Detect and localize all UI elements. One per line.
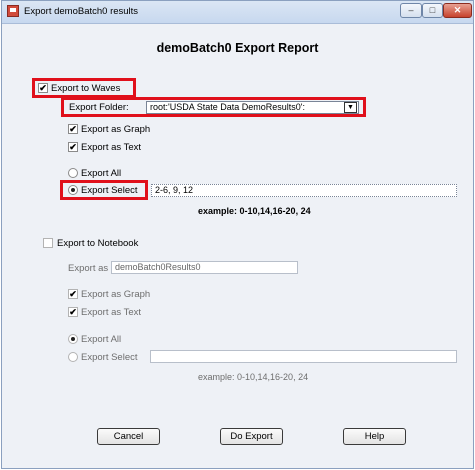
notebook-export-select-radio[interactable]	[68, 352, 78, 362]
notebook-example-text: example: 0-10,14,16-20, 24	[198, 372, 309, 382]
notebook-export-select-label: Export Select	[81, 352, 138, 363]
waves-export-graph-label: Export as Graph	[81, 124, 151, 135]
page-title: demoBatch0 Export Report	[156, 41, 319, 55]
export-folder-dropdown[interactable]: root:'USDA State Data DemoResults0':	[146, 101, 359, 114]
export-notebook-checkbox[interactable]	[43, 238, 53, 248]
notebook-export-select-input[interactable]	[150, 350, 457, 363]
export-folder-label: Export Folder:	[69, 102, 129, 113]
waves-export-all-radio[interactable]	[68, 168, 78, 178]
window-title: Export demoBatch0 results	[24, 6, 139, 17]
export-folder-value: root:'USDA State Data DemoResults0':	[150, 102, 306, 112]
waves-export-select-input[interactable]: 2-6, 9, 12	[151, 184, 457, 197]
waves-example-text: example: 0-10,14,16-20, 24	[198, 206, 311, 216]
minimize-icon[interactable]: –	[400, 3, 422, 18]
waves-export-text-checkbox[interactable]: ✔	[68, 142, 78, 152]
notebook-export-as-value: demoBatch0Results0	[115, 262, 201, 272]
export-dialog: Export demoBatch0 results – □ ✕ demoBatc…	[1, 0, 474, 469]
waves-export-select-label: Export Select	[81, 185, 138, 196]
export-waves-label: Export to Waves	[51, 83, 121, 94]
waves-export-select-value: 2-6, 9, 12	[155, 185, 194, 195]
notebook-export-as-input[interactable]: demoBatch0Results0	[111, 261, 298, 274]
notebook-export-graph-checkbox[interactable]: ✔	[68, 289, 78, 299]
do-export-button[interactable]: Do Export	[220, 428, 283, 445]
app-icon	[7, 5, 19, 17]
cancel-button[interactable]: Cancel	[97, 428, 160, 445]
export-waves-checkbox[interactable]: ✔	[38, 83, 48, 93]
close-icon[interactable]: ✕	[443, 3, 472, 18]
notebook-export-all-radio[interactable]	[68, 334, 78, 344]
notebook-export-graph-label: Export as Graph	[81, 289, 151, 300]
help-button[interactable]: Help	[343, 428, 406, 445]
notebook-export-text-checkbox[interactable]: ✔	[68, 307, 78, 317]
notebook-export-as-label: Export as	[68, 263, 109, 274]
notebook-export-all-label: Export All	[81, 334, 122, 345]
notebook-export-text-label: Export as Text	[81, 307, 142, 318]
waves-export-text-label: Export as Text	[81, 142, 142, 153]
title-bar: Export demoBatch0 results – □ ✕	[2, 1, 473, 24]
maximize-icon[interactable]: □	[422, 3, 443, 18]
waves-export-select-radio[interactable]	[68, 185, 78, 195]
waves-export-all-label: Export All	[81, 168, 122, 179]
chevron-down-icon[interactable]: ▼	[344, 102, 357, 113]
waves-export-graph-checkbox[interactable]: ✔	[68, 124, 78, 134]
export-notebook-label: Export to Notebook	[57, 238, 139, 249]
